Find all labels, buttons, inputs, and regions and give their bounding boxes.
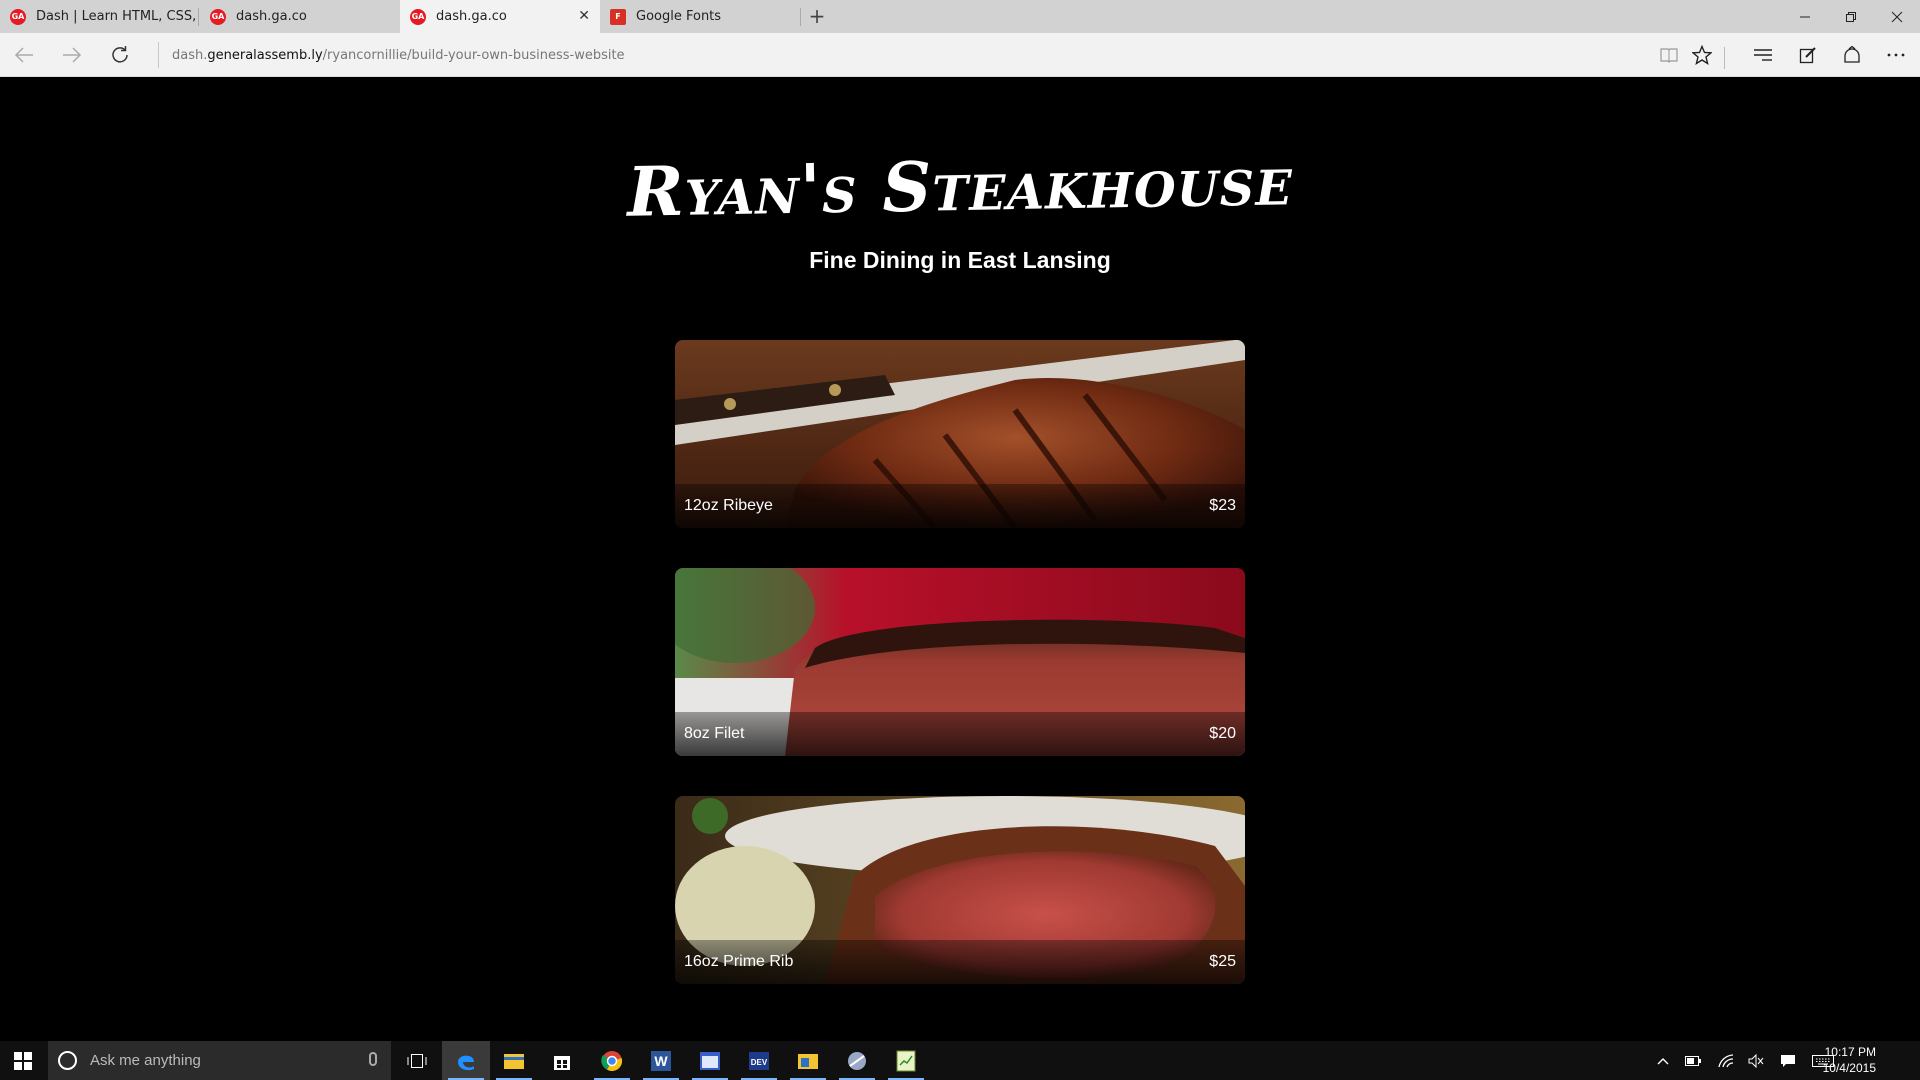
window-manager-icon[interactable] (686, 1041, 734, 1080)
tab-separator (800, 8, 801, 26)
new-tab-button[interactable]: + (805, 4, 829, 28)
menu-card-caption: 8oz Filet $20 (675, 712, 1245, 756)
hub-icon[interactable] (1746, 40, 1780, 70)
wifi-icon[interactable] (1711, 1041, 1741, 1080)
refresh-icon[interactable] (103, 40, 137, 70)
more-options-icon[interactable] (1879, 40, 1913, 70)
general-assembly-favicon-icon: GA (410, 8, 426, 25)
tab-title: dash.ga.co (236, 9, 307, 24)
menu-item-name: 12oz Ribeye (684, 497, 773, 514)
navigation-bar: dash. generalassemb.ly/ryancornillie/buil… (0, 33, 1920, 77)
menu-item-name: 16oz Prime Rib (684, 953, 794, 970)
cortana-search-box[interactable]: Ask me anything (48, 1041, 391, 1080)
tab-strip: GA Dash | Learn HTML, CSS, Jav GA dash.g… (0, 0, 1920, 33)
menu-item-price: $23 (1209, 497, 1236, 514)
menu-card-ribeye: 12oz Ribeye $23 (675, 340, 1245, 528)
svg-text:W: W (654, 1053, 668, 1069)
tab-title: dash.ga.co (436, 9, 507, 24)
menu-item-name: 8oz Filet (684, 725, 745, 742)
tab-dash-ga-active[interactable]: GA dash.ga.co ✕ (400, 0, 600, 33)
volume-muted-icon[interactable] (1741, 1041, 1771, 1080)
url-prefix: dash. (172, 47, 208, 63)
cortana-icon (58, 1051, 77, 1070)
clock-date: 10/4/2015 (1822, 1061, 1876, 1075)
windows-logo-icon (14, 1051, 32, 1070)
menu-card-caption: 16oz Prime Rib $25 (675, 940, 1245, 984)
google-fonts-favicon-icon: F (610, 8, 626, 25)
menu-item-price: $20 (1209, 725, 1236, 742)
store-icon[interactable] (538, 1041, 586, 1080)
url-path: /ryancornillie/build-your-own-business-w… (322, 47, 625, 63)
general-assembly-favicon-icon: GA (210, 8, 226, 25)
spreadsheet-app-icon[interactable] (882, 1041, 930, 1080)
menu-item-price: $25 (1209, 953, 1236, 970)
menu-card-prime-rib: 16oz Prime Rib $25 (675, 796, 1245, 984)
show-hidden-icons-chevron-icon[interactable] (1648, 1041, 1678, 1080)
address-bar[interactable]: dash. generalassemb.ly/ryancornillie/buil… (158, 42, 625, 68)
folder-app-icon[interactable] (784, 1041, 832, 1080)
windows-taskbar: Ask me anything W DEV 10:17 PM 10/4/2015 (0, 1041, 1920, 1080)
menu-card-filet: 8oz Filet $20 (675, 568, 1245, 756)
web-note-pen-icon[interactable] (1791, 40, 1825, 70)
tab-dash-ga-1[interactable]: GA dash.ga.co (200, 0, 398, 33)
file-explorer-icon[interactable] (490, 1041, 538, 1080)
reading-view-icon[interactable] (1652, 40, 1686, 70)
forward-arrow-icon[interactable] (55, 40, 89, 70)
tab-dash-learn[interactable]: GA Dash | Learn HTML, CSS, Jav (0, 0, 198, 33)
restore-icon[interactable] (1828, 0, 1874, 33)
favorite-star-icon[interactable] (1685, 40, 1719, 70)
svg-text:DEV: DEV (751, 1058, 768, 1067)
close-window-icon[interactable] (1874, 0, 1920, 33)
menu-card-caption: 12oz Ribeye $23 (675, 484, 1245, 528)
close-tab-icon[interactable]: ✕ (578, 8, 590, 24)
dev-tool-icon[interactable]: DEV (735, 1041, 783, 1080)
general-assembly-favicon-icon: GA (10, 8, 26, 25)
minimize-icon[interactable] (1782, 0, 1828, 33)
back-arrow-icon[interactable] (7, 40, 41, 70)
microphone-icon[interactable] (369, 1052, 377, 1066)
word-icon[interactable]: W (637, 1041, 685, 1080)
tab-title: Dash | Learn HTML, CSS, Jav (36, 9, 198, 24)
task-view-icon[interactable] (393, 1041, 441, 1080)
tab-title: Google Fonts (636, 9, 722, 24)
site-title: Ryan's Steakhouse (626, 141, 1294, 233)
edge-browser-icon[interactable] (442, 1041, 490, 1080)
start-button[interactable] (0, 1041, 46, 1080)
system-clock[interactable]: 10:17 PM 10/4/2015 (1806, 1044, 1876, 1076)
chrome-icon[interactable] (588, 1041, 636, 1080)
share-icon[interactable] (1835, 40, 1869, 70)
network-tool-icon[interactable] (833, 1041, 881, 1080)
action-center-icon[interactable] (1773, 1041, 1803, 1080)
clock-time: 10:17 PM (1824, 1045, 1876, 1059)
toolbar-separator (1724, 47, 1725, 69)
url-host: generalassemb.ly (207, 47, 323, 63)
site-tagline: Fine Dining in East Lansing (809, 247, 1111, 273)
tab-google-fonts[interactable]: F Google Fonts (600, 0, 800, 33)
tab-separator (198, 8, 199, 26)
battery-icon[interactable] (1678, 1041, 1708, 1080)
search-placeholder: Ask me anything (90, 1052, 201, 1069)
web-page-content: Ryan's Steakhouse Fine Dining in East La… (0, 77, 1920, 1041)
